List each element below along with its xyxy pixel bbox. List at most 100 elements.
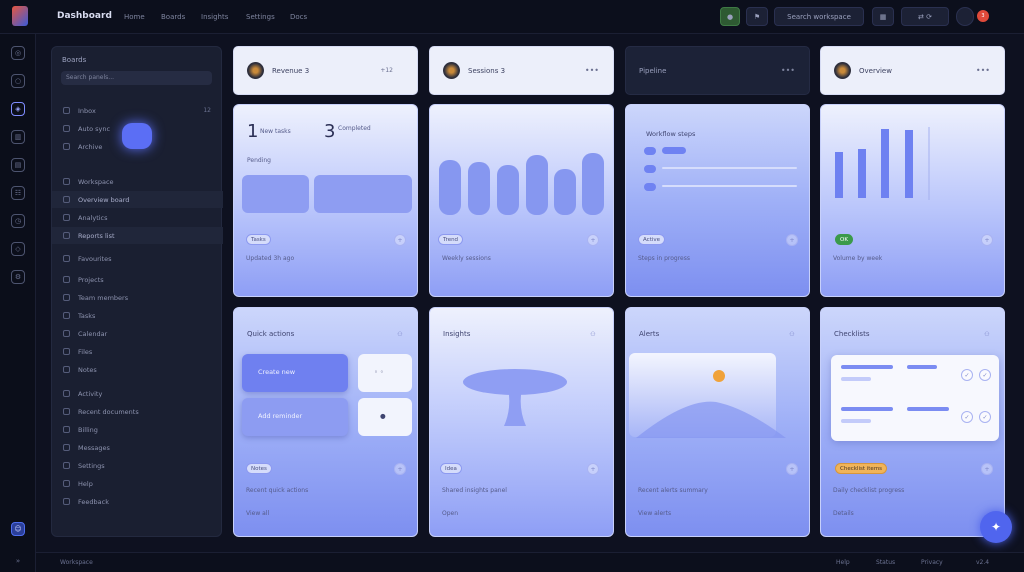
sidebar-item-calendar[interactable]: Calendar [52, 325, 223, 342]
plus-icon[interactable]: + [981, 234, 993, 246]
tile[interactable] [314, 175, 412, 213]
status-button[interactable]: ● [720, 7, 740, 26]
app-logo[interactable] [12, 6, 28, 26]
step-dot [644, 165, 656, 173]
nav-docs[interactable]: Docs [290, 13, 307, 21]
create-new-button[interactable]: Create new [242, 354, 348, 392]
plus-icon[interactable]: + [587, 463, 599, 475]
sidebar-item-settings[interactable]: Settings [52, 457, 223, 474]
profile-icon[interactable]: ☺ [11, 522, 25, 536]
link-icon[interactable]: ⚇ [587, 328, 599, 340]
card-chip[interactable]: Tasks [246, 234, 271, 245]
link-icon[interactable]: ⚇ [981, 328, 993, 340]
users-icon[interactable]: ☷ [11, 186, 25, 200]
card-header-revenue[interactable]: Revenue 3 +12 [233, 46, 418, 95]
search-label: Search workspace [787, 12, 851, 21]
side-panel-search[interactable]: Search panels... [61, 71, 212, 85]
card-link[interactable]: View all [246, 510, 269, 517]
sidebar-item-inbox[interactable]: Inbox 12 [52, 102, 223, 119]
note-icon [63, 366, 70, 373]
sidebar-item-help[interactable]: Help [52, 475, 223, 492]
plus-icon[interactable]: + [587, 234, 599, 246]
more-icon[interactable]: ••• [976, 66, 990, 75]
boards-icon[interactable]: ◈ [11, 102, 25, 116]
home-icon[interactable]: ◎ [11, 46, 25, 60]
plus-icon[interactable]: + [394, 463, 406, 475]
avatar[interactable] [956, 7, 974, 26]
check-icon[interactable]: ✓ [961, 411, 973, 423]
sidebar-item-label: Projects [78, 275, 104, 284]
sidebar-item-label: Tasks [78, 311, 96, 320]
sidebar-item-feedback[interactable]: Feedback [52, 493, 223, 510]
sidebar-item-favourites[interactable]: Favourites [52, 250, 223, 267]
sidebar-item-overview[interactable]: Overview board [52, 191, 223, 208]
expand-icon[interactable]: » [11, 554, 25, 568]
toggle-tile[interactable]: ◦ ◦ [358, 354, 412, 392]
sidebar-item-recent[interactable]: Recent documents [52, 403, 223, 420]
nav-settings[interactable]: Settings [246, 13, 275, 21]
sidebar-item-analytics[interactable]: Analytics [52, 209, 223, 226]
card-link[interactable]: Open [442, 510, 458, 517]
more-icon[interactable]: ••• [585, 66, 599, 75]
plus-icon[interactable]: + [786, 234, 798, 246]
link-icon[interactable]: ⚇ [394, 328, 406, 340]
sidebar-item-workspace[interactable]: Workspace [52, 173, 223, 190]
search-box[interactable]: Search workspace [774, 7, 864, 26]
sidebar-item-messages[interactable]: Messages [52, 439, 223, 456]
sidebar-item-reports[interactable]: Reports list [52, 227, 223, 244]
tag-icon[interactable]: ◇ [11, 242, 25, 256]
notification-badge[interactable]: 3 [977, 10, 989, 22]
nav-insights[interactable]: Insights [201, 13, 228, 21]
tile[interactable] [242, 175, 309, 213]
clock-icon[interactable]: ◷ [11, 214, 25, 228]
plus-icon[interactable]: + [394, 234, 406, 246]
card-header-overview[interactable]: Overview ••• [820, 46, 1005, 95]
folder-icon[interactable]: ▤ [11, 158, 25, 172]
step-dot [644, 183, 656, 191]
card-chip[interactable]: OK [835, 234, 853, 245]
more-icon[interactable]: ••• [781, 66, 795, 75]
link-icon[interactable]: ⚇ [786, 328, 798, 340]
footer-help[interactable]: Help [836, 559, 850, 566]
sidebar-item-billing[interactable]: Billing [52, 421, 223, 438]
add-reminder-button[interactable]: Add reminder [242, 398, 348, 436]
chart-icon[interactable]: ▥ [11, 130, 25, 144]
layout-button[interactable]: ⇄ ⟳ [901, 7, 949, 26]
card-chip[interactable]: Active [638, 234, 666, 245]
sidebar-item-notes[interactable]: Notes [52, 361, 223, 378]
sidebar-item-files[interactable]: Files [52, 343, 223, 360]
sidebar-item-team[interactable]: Team members [52, 289, 223, 306]
card-header-sessions[interactable]: Sessions 3 ••• [429, 46, 614, 95]
grid-button[interactable]: ▦ [872, 7, 894, 26]
card-header-pipeline[interactable]: Pipeline ••• [625, 46, 810, 95]
checklist-panel[interactable]: ✓ ✓ ✓ ✓ [831, 355, 999, 441]
bar [582, 153, 604, 215]
card-chip[interactable]: Checklist items [835, 463, 888, 474]
nav-boards[interactable]: Boards [161, 13, 185, 21]
filter-button[interactable]: ⚑ [746, 7, 768, 26]
avatar [247, 62, 264, 79]
check-icon[interactable]: ✓ [979, 369, 991, 381]
card-chip[interactable]: Idea [440, 463, 462, 474]
sidebar-item-projects[interactable]: Projects [52, 271, 223, 288]
sync-toggle[interactable] [122, 123, 152, 149]
check-icon[interactable]: ✓ [979, 411, 991, 423]
settings-icon[interactable]: ⚙ [11, 270, 25, 284]
footer-privacy[interactable]: Privacy [921, 559, 943, 566]
footer-status[interactable]: Status [876, 559, 895, 566]
search-icon[interactable]: ○ [11, 74, 25, 88]
card-chip[interactable]: Trend [438, 234, 464, 245]
card-link[interactable]: Details [833, 510, 854, 517]
footer-workspace[interactable]: Workspace [60, 559, 93, 566]
assistant-fab[interactable]: ✦ [980, 511, 1012, 543]
card-chip[interactable]: Notes [246, 463, 272, 474]
plus-icon[interactable]: + [981, 463, 993, 475]
sidebar-item-activity[interactable]: Activity [52, 385, 223, 402]
card-link[interactable]: View alerts [638, 510, 671, 517]
toggle-tile[interactable]: ● [358, 398, 412, 436]
nav-home[interactable]: Home [124, 13, 145, 21]
checklist-line [907, 365, 937, 369]
plus-icon[interactable]: + [786, 463, 798, 475]
check-icon[interactable]: ✓ [961, 369, 973, 381]
sidebar-item-tasks[interactable]: Tasks [52, 307, 223, 324]
